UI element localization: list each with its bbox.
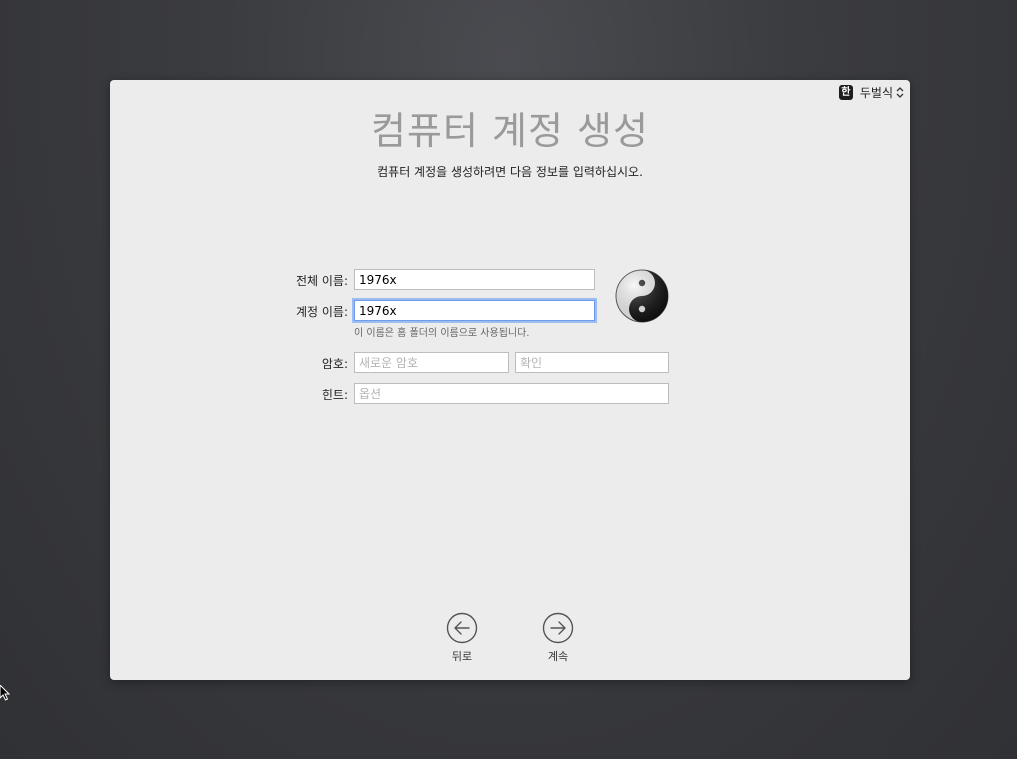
input-source-badge: 한 (838, 85, 853, 100)
back-button-label: 뒤로 (451, 650, 473, 663)
verify-password-input[interactable] (515, 352, 669, 373)
full-name-label: 전체 이름: (295, 274, 348, 288)
hint-input[interactable] (354, 383, 669, 404)
full-name-input[interactable] (354, 269, 595, 290)
continue-button[interactable]: 계속 (528, 612, 588, 664)
page-subtitle: 컴퓨터 계정을 생성하려면 다음 정보를 입력하십시오. (377, 165, 643, 179)
password-label: 암호: (321, 357, 348, 371)
hint-label: 힌트: (321, 388, 348, 402)
account-name-input[interactable] (354, 300, 595, 321)
page-title: 컴퓨터 계정 생성 (371, 109, 649, 153)
continue-button-label: 계속 (547, 650, 569, 663)
account-name-label: 계정 이름: (295, 305, 348, 319)
arrow-left-circle-icon (446, 612, 478, 644)
setup-window: 한 두벌식 컴퓨터 계정 생성 컴퓨터 계정을 생성하려면 다음 정보를 입력하… (110, 80, 910, 680)
mouse-pointer-icon (0, 685, 10, 701)
password-input[interactable] (354, 352, 509, 373)
arrow-right-circle-icon (542, 612, 574, 644)
input-source-name: 두벌식 (859, 86, 893, 100)
user-picture-yin-yang-icon[interactable] (614, 268, 670, 324)
input-source-menu[interactable]: 한 두벌식 (838, 84, 904, 101)
up-down-chevron-icon (896, 87, 904, 98)
account-name-note: 이 이름은 홈 폴더의 이름으로 사용됩니다. (354, 328, 530, 339)
back-button[interactable]: 뒤로 (432, 612, 492, 664)
